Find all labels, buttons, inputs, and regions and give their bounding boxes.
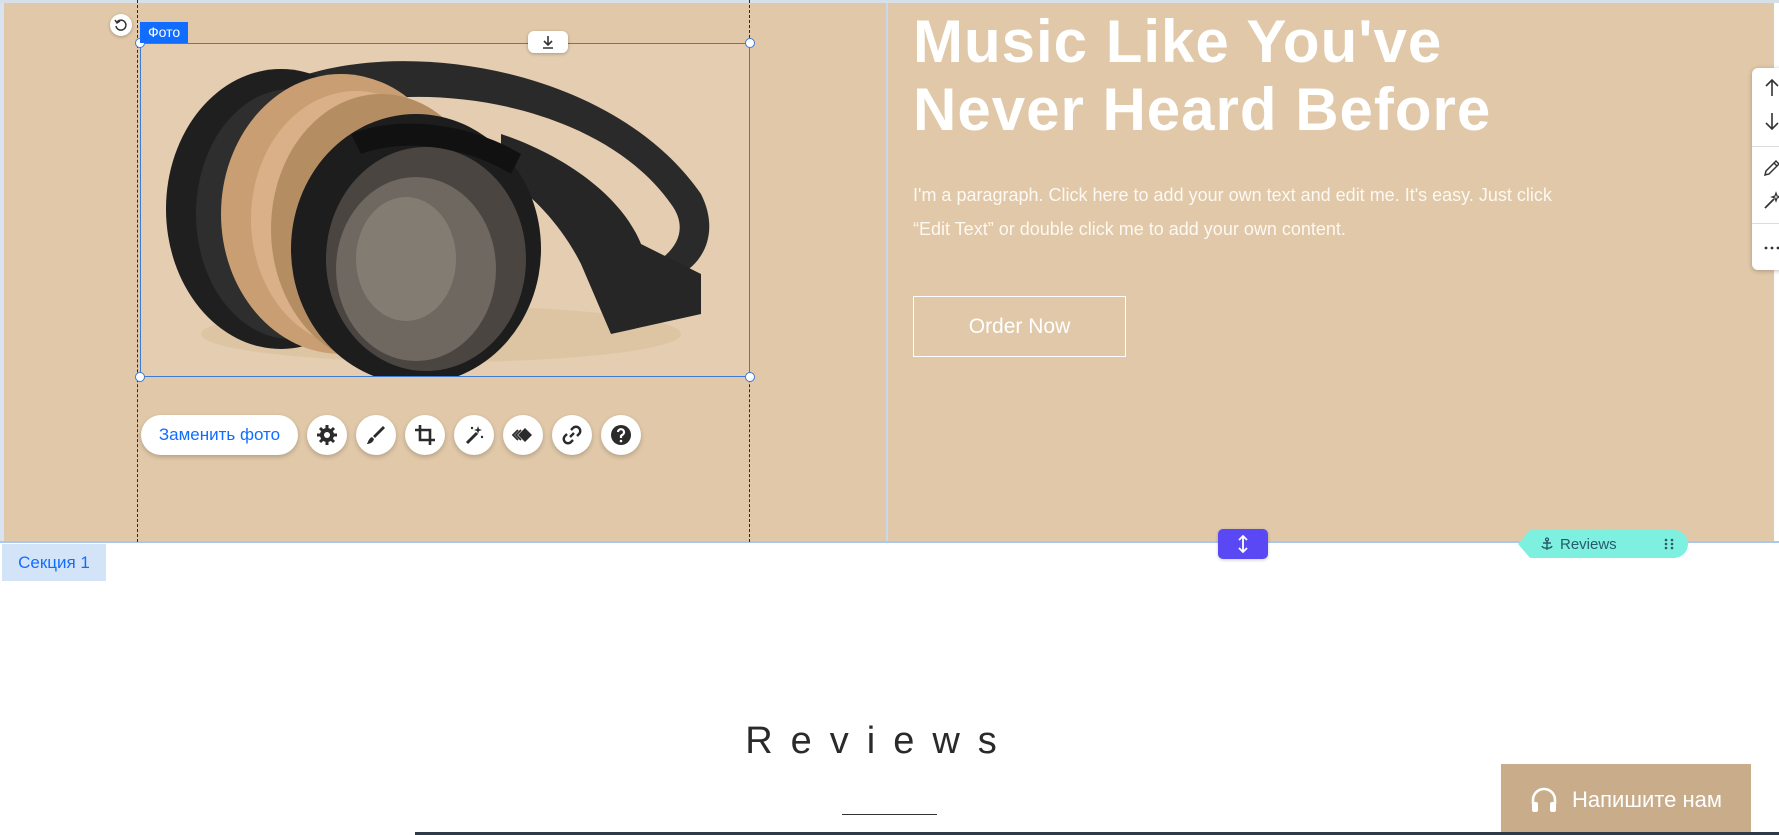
help-icon	[611, 425, 631, 445]
help-button[interactable]	[601, 415, 641, 455]
resize-handle-bottom-right[interactable]	[745, 372, 755, 382]
download-button[interactable]	[528, 31, 568, 53]
brush-icon	[367, 426, 385, 444]
replace-photo-button[interactable]: Заменить фото	[141, 415, 298, 455]
canvas-top-edge	[0, 0, 1779, 3]
headphones-icon	[1531, 787, 1557, 812]
anchor-icon	[1541, 537, 1553, 550]
hero-paragraph[interactable]: I'm a paragraph. Click here to add your …	[913, 178, 1563, 246]
chat-button[interactable]: Напишите нам	[1501, 764, 1751, 835]
anchor-tag[interactable]: Reviews	[1518, 530, 1688, 558]
canvas-left-edge	[0, 0, 4, 542]
crop-icon	[415, 425, 435, 445]
pen-icon[interactable]	[1762, 158, 1779, 178]
reviews-underline	[842, 814, 937, 815]
headphones-image	[141, 44, 749, 376]
side-toolbar-divider	[1752, 223, 1779, 224]
element-type-label: Фото	[140, 22, 189, 43]
enhance-button[interactable]	[454, 415, 494, 455]
section-label[interactable]: Секция 1	[2, 544, 106, 581]
side-toolbar-divider	[1752, 146, 1779, 147]
section-side-toolbar	[1752, 68, 1779, 270]
settings-button[interactable]	[307, 415, 347, 455]
sparkle-wand-icon[interactable]	[1762, 191, 1779, 211]
hero-photo[interactable]	[140, 43, 750, 377]
crop-button[interactable]	[405, 415, 445, 455]
design-button[interactable]	[356, 415, 396, 455]
animation-icon	[511, 428, 532, 442]
guide-left	[137, 0, 138, 542]
column-divider	[886, 0, 888, 542]
arrow-down-icon[interactable]	[1762, 111, 1779, 131]
order-now-button[interactable]: Order Now	[913, 296, 1126, 357]
drag-grip-icon[interactable]	[1664, 537, 1674, 551]
resize-handle-bottom-left[interactable]	[135, 372, 145, 382]
arrow-up-icon[interactable]	[1762, 78, 1779, 98]
reviews-title[interactable]: Reviews	[640, 720, 1120, 763]
resize-handle-top-right[interactable]	[745, 38, 755, 48]
download-icon	[543, 36, 553, 49]
more-icon[interactable]	[1762, 238, 1779, 258]
anchor-label: Reviews	[1560, 535, 1617, 553]
rotate-icon	[114, 19, 127, 31]
rotate-button[interactable]	[110, 14, 132, 36]
vertical-resize-icon	[1238, 534, 1248, 554]
settings-gear-icon	[317, 425, 337, 445]
magic-wand-icon	[465, 426, 484, 445]
link-button[interactable]	[552, 415, 592, 455]
section-boundary-line	[0, 541, 1779, 543]
link-icon	[562, 425, 582, 445]
chat-label: Напишите нам	[1572, 786, 1722, 812]
hero-title[interactable]: Music Like You've Never Heard Before	[913, 8, 1613, 144]
animation-button[interactable]	[503, 415, 543, 455]
section-resize-handle[interactable]	[1218, 529, 1268, 559]
